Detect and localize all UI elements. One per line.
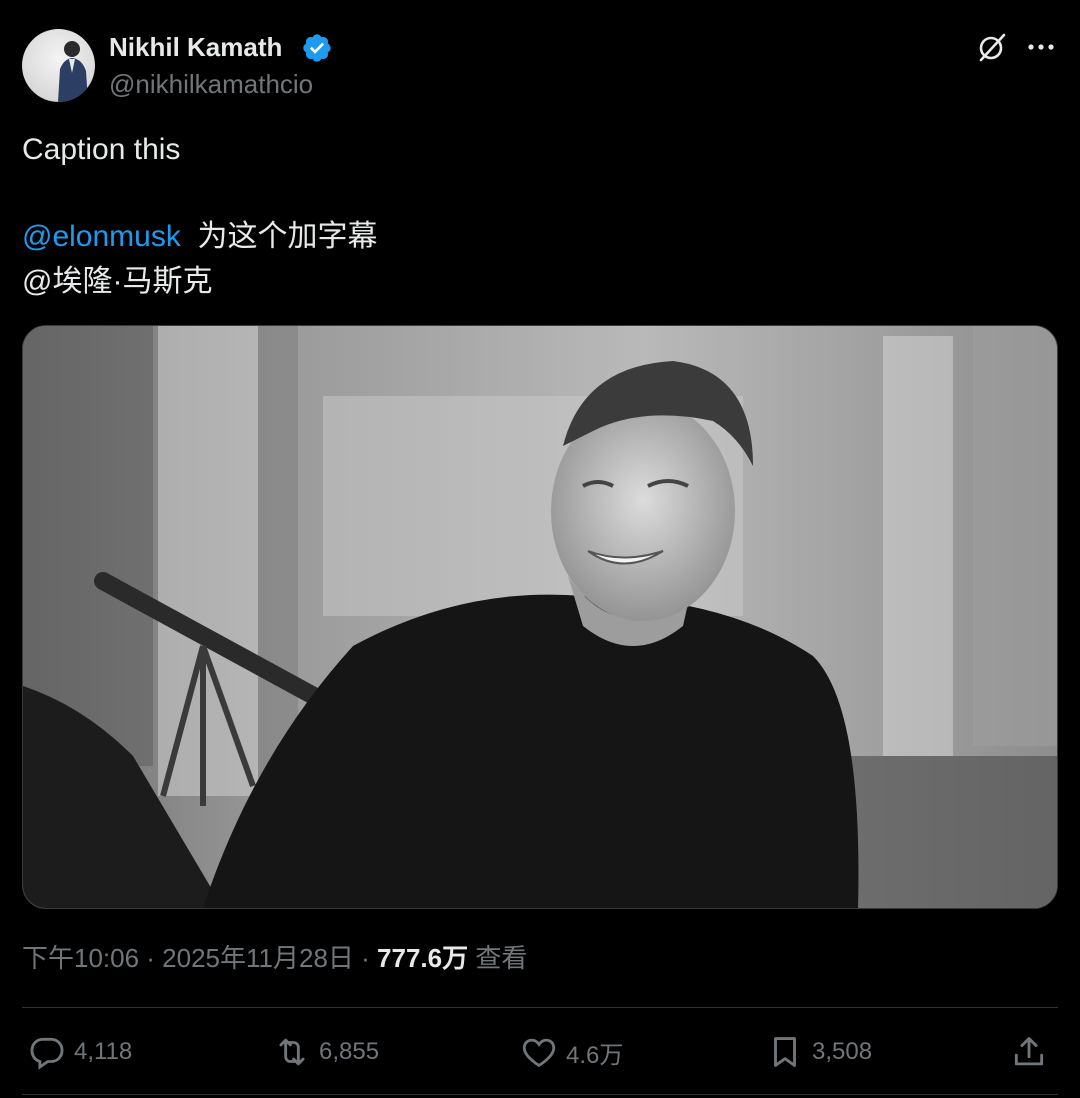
avatar[interactable] [22, 29, 95, 102]
view-count: 777.6万 [377, 943, 469, 973]
author-name[interactable]: Nikhil Kamath [109, 30, 282, 64]
like-icon [522, 1038, 556, 1068]
repost-icon [279, 1038, 305, 1066]
tweet-photo[interactable] [22, 325, 1058, 909]
like-count: 4.6万 [566, 1041, 624, 1069]
reply-button[interactable]: 4,118 [28, 1030, 132, 1074]
translation-text: 为这个加字幕 [197, 220, 378, 253]
tweet-text-line1: Caption this [22, 133, 181, 166]
tweet-text-line2: @elonmusk 为这个加字幕 [22, 217, 378, 257]
bookmark-button[interactable]: 3,508 [766, 1030, 872, 1074]
bookmark-count: 3,508 [812, 1038, 873, 1065]
divider-top [22, 1007, 1058, 1008]
tweet-timestamp[interactable]: 下午10:06 · 2025年11月28日 · [22, 943, 377, 973]
tweet-meta: 下午10:06 · 2025年11月28日 · 777.6万 查看 [22, 940, 527, 976]
views-label: 查看 [468, 943, 528, 973]
more-icon[interactable] [1024, 30, 1058, 64]
share-button[interactable] [1010, 1030, 1048, 1074]
like-button[interactable]: 4.6万 [520, 1030, 623, 1074]
repost-count: 6,855 [319, 1038, 380, 1065]
author-handle[interactable]: @nikhilkamathcio [109, 68, 313, 100]
divider-bottom [22, 1094, 1058, 1095]
bookmark-icon [774, 1037, 796, 1067]
repost-button[interactable]: 6,855 [273, 1030, 379, 1074]
mention-link[interactable]: @elonmusk [22, 220, 181, 253]
verified-badge-icon [303, 34, 331, 62]
share-icon [1014, 1037, 1044, 1066]
grok-icon[interactable] [975, 30, 1009, 64]
reply-count: 4,118 [74, 1038, 133, 1065]
reply-icon [30, 1037, 64, 1070]
tweet-text-line3: @埃隆·马斯克 [22, 265, 213, 298]
